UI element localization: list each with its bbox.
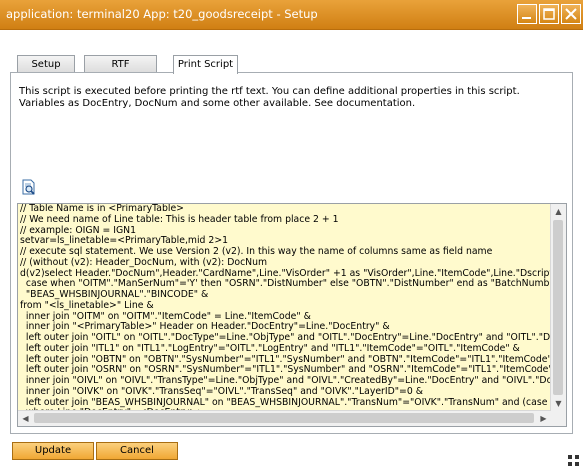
cancel-button[interactable]: Cancel: [96, 442, 178, 460]
script-text[interactable]: // Table Name is in <PrimaryTable>// We …: [18, 204, 551, 411]
scroll-down-icon[interactable]: ▼: [551, 396, 566, 411]
update-button[interactable]: Update: [12, 442, 94, 460]
script-line[interactable]: left outer join "ITL1" on "ITL1"."LogEnt…: [18, 343, 551, 355]
minimize-button[interactable]: [517, 4, 537, 24]
print-script-panel: This script is executed before printing …: [10, 72, 573, 434]
vertical-scroll-thumb[interactable]: [553, 220, 563, 395]
horizontal-scroll-thumb[interactable]: [34, 413, 534, 423]
script-line[interactable]: // (without (v2): Header_DocNum, with (v…: [18, 257, 551, 269]
maximize-button[interactable]: [539, 4, 559, 24]
close-icon: [565, 8, 577, 20]
minimize-icon: [522, 17, 531, 19]
tab-print-script[interactable]: Print Script: [173, 55, 238, 74]
scroll-left-icon[interactable]: ◀: [18, 411, 33, 426]
title-bar[interactable]: application: terminal20 App: t20_goodsre…: [0, 0, 583, 30]
script-line[interactable]: from "<ls_linetable>" Line &: [18, 300, 551, 312]
dialog-content: Setup RTF Print Script This script is ex…: [0, 30, 583, 470]
scroll-right-icon[interactable]: ▶: [536, 411, 551, 426]
script-editor[interactable]: // Table Name is in <PrimaryTable>// We …: [17, 203, 567, 427]
tab-setup[interactable]: Setup: [17, 55, 75, 73]
script-line[interactable]: // We need name of Line table: This is h…: [18, 214, 551, 226]
horizontal-scrollbar[interactable]: ◀ ▶: [18, 410, 551, 426]
tab-rtf[interactable]: RTF: [84, 55, 157, 73]
window-title: application: terminal20 App: t20_goodsre…: [6, 7, 318, 21]
scroll-up-icon[interactable]: ▲: [551, 204, 566, 219]
vertical-scrollbar[interactable]: ▲ ▼: [550, 204, 566, 411]
description-text: This script is executed before printing …: [19, 86, 520, 109]
maximize-icon: [543, 8, 555, 20]
close-button[interactable]: [561, 4, 581, 24]
scrollbar-corner: [551, 411, 566, 426]
resize-grip-icon[interactable]: [568, 455, 579, 466]
document-magnifier-icon[interactable]: [21, 179, 37, 195]
script-line[interactable]: inner join "OIVK" on "OIVK"."TransSeq"="…: [18, 386, 551, 398]
